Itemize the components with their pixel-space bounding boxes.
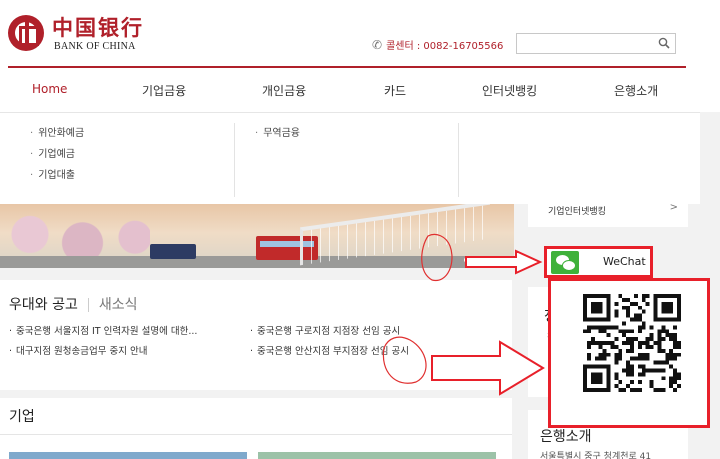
business-section: 기업: [0, 398, 512, 459]
qr-code-icon: [580, 294, 684, 392]
corporate-dropdown-menu: 위안화예금 기업예금 기업대출 무역금융: [0, 112, 700, 204]
bank-intro-title[interactable]: 은행소개: [540, 426, 592, 446]
bank-intro-address: 서울특별시 중구 청계천로 41: [540, 452, 652, 459]
wechat-button[interactable]: WeChat: [544, 246, 653, 278]
notice-item[interactable]: 중국은행 구로지점 지점장 선임 공시: [250, 323, 400, 337]
nav-internet-banking[interactable]: 인터넷뱅킹: [482, 82, 537, 99]
nav-card[interactable]: 카드: [384, 82, 406, 99]
slide-dot-active[interactable]: [474, 257, 480, 263]
slide-indicator: [464, 248, 494, 267]
callcenter: ✆ 콜센터 : 0082-16705566: [372, 37, 503, 52]
wechat-icon: [551, 251, 579, 274]
banner-bus: [150, 244, 196, 259]
business-divider: [0, 434, 512, 435]
search-input[interactable]: [517, 37, 652, 56]
notice-item[interactable]: 중국은행 안산지점 부지점장 선임 공시: [250, 343, 409, 357]
search-icon[interactable]: [658, 37, 670, 49]
more-link[interactable]: 더보기 >: [460, 362, 495, 375]
slide-dot[interactable]: [464, 257, 470, 263]
callcenter-label: 콜센터: [386, 41, 414, 52]
business-title: 기업: [9, 409, 35, 425]
dropdown-divider: [458, 123, 459, 197]
nav-home[interactable]: Home: [32, 82, 67, 96]
tab-notices[interactable]: 우대와 공고: [9, 297, 78, 313]
internet-banking-label: 기업인터넷뱅킹: [548, 207, 606, 217]
callcenter-number: : 0082-16705566: [416, 41, 504, 52]
business-thumbnail[interactable]: [258, 452, 496, 459]
search-box: [516, 33, 676, 56]
logo-english-name[interactable]: BANK OF CHINA: [54, 41, 136, 52]
dropdown-column-1: 위안화예금 기업예금 기업대출: [30, 123, 84, 186]
logo-bar: [25, 17, 29, 49]
hero-banner[interactable]: [0, 204, 514, 268]
slide-dot[interactable]: [484, 257, 490, 263]
dropdown-item-corporate-loan[interactable]: 기업대출: [30, 165, 84, 186]
phone-icon: ✆: [372, 38, 383, 52]
dropdown-divider: [234, 123, 235, 197]
dropdown-column-2: 무역금융: [255, 123, 300, 144]
nav-corporate-banking[interactable]: 기업금융: [142, 82, 186, 99]
dropdown-item-corporate-deposit[interactable]: 기업예금: [30, 144, 84, 165]
notice-tabs: 우대와 공고 새소식: [9, 294, 138, 314]
logo-chinese-name[interactable]: 中国银行: [52, 12, 144, 42]
wechat-label: WeChat: [603, 255, 646, 268]
nav-about-bank[interactable]: 은행소개: [614, 82, 658, 99]
tab-news[interactable]: 새소식: [99, 297, 138, 313]
header: 中国银行 BANK OF CHINA ✆ 콜센터 : 0082-16705566: [0, 0, 720, 68]
business-thumbnail[interactable]: [9, 452, 247, 459]
main-nav: Home 기업금융 개인금융 카드 인터넷뱅킹 은행소개: [0, 68, 720, 112]
notice-panel: 우대와 공고 새소식 중국은행 서울지점 IT 인력자원 설명에 대한... 대구…: [0, 280, 512, 390]
dropdown-item-rmb-deposit[interactable]: 위안화예금: [30, 123, 84, 144]
tab-divider: [87, 298, 89, 312]
dropdown-item-trade-finance[interactable]: 무역금융: [255, 123, 300, 144]
nav-personal-banking[interactable]: 개인금융: [262, 82, 306, 99]
chevron-right-icon: >: [669, 202, 678, 213]
notice-item[interactable]: 대구지점 원청송금업무 중지 안내: [9, 343, 147, 357]
notice-item[interactable]: 중국은행 서울지점 IT 인력자원 설명에 대한...: [9, 323, 197, 337]
internet-banking-link[interactable]: 기업인터넷뱅킹 >: [528, 195, 688, 227]
